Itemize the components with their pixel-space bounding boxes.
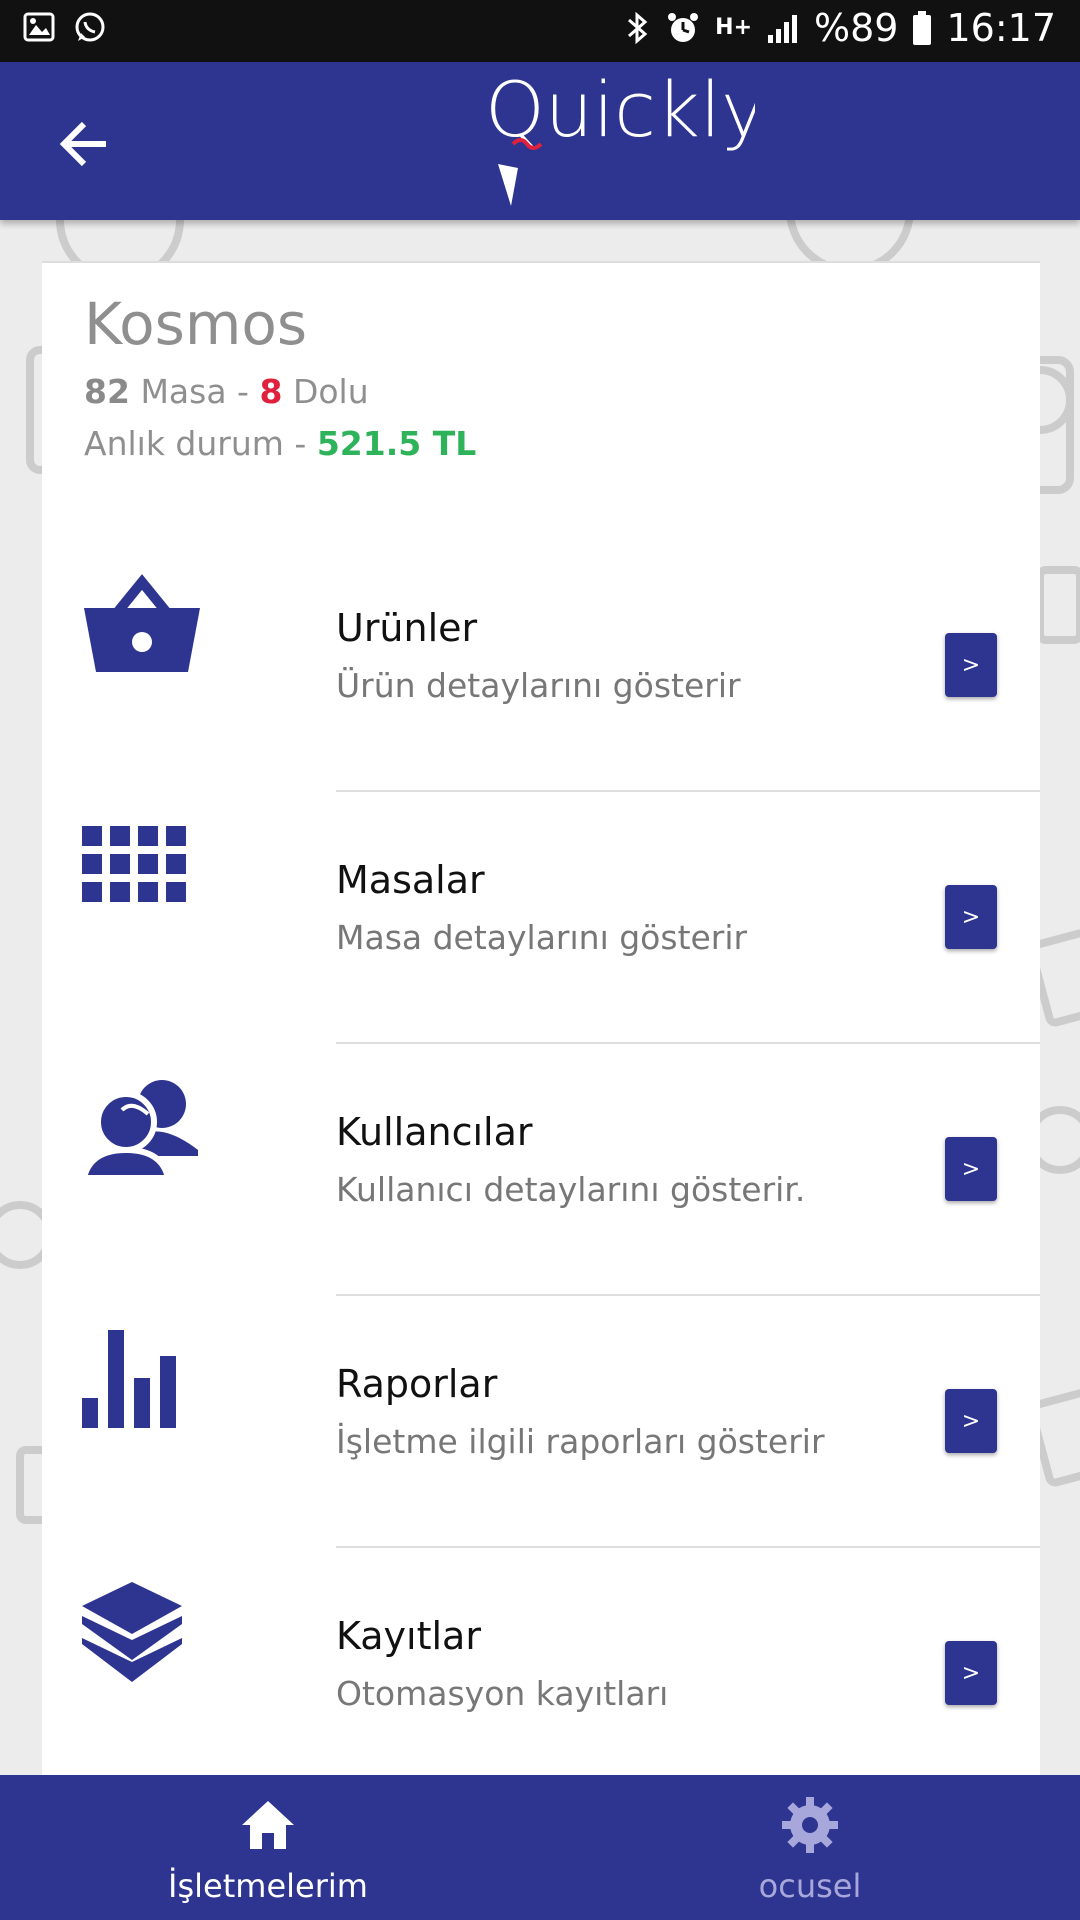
users-icon [82,1080,198,1181]
menu-item-raporlar[interactable]: Raporlar İşletme ilgili raporları göster… [42,1296,1040,1548]
tab-ocusel[interactable]: ocusel [660,1775,960,1920]
menu-subtitle: Masa detaylarını gösterir [336,918,748,957]
table-label: Masa [140,372,227,411]
tab-label: ocusel [758,1867,862,1905]
battery-percent: %89 [814,6,899,50]
home-icon [242,1801,294,1849]
menu-title: Urünler [336,606,478,650]
app-bar: Quickly [0,62,1080,220]
table-summary: 82 Masa - 8 Dolu [84,372,369,411]
open-raporlar-button[interactable]: > [945,1389,997,1453]
occupied-label: Dolu [292,372,369,411]
bluetooth-icon [628,11,648,45]
menu-item-kullancilar[interactable]: Kullancılar Kullanıcı detaylarını göster… [42,1044,1040,1296]
menu-item-masalar[interactable]: Masalar Masa detaylarını gösterir > [42,792,1040,1044]
open-urunler-button[interactable]: > [945,633,997,697]
signal-icon [768,15,798,43]
open-kayitlar-button[interactable]: > [945,1641,997,1705]
bar-chart-icon [82,1330,176,1428]
menu-subtitle: İşletme ilgili raporları gösterir [336,1422,825,1461]
arrow-left-icon[interactable] [54,114,114,174]
menu-title: Kayıtlar [336,1614,481,1658]
tab-label: İşletmelerim [168,1867,368,1905]
clock: 16:17 [946,6,1056,50]
status-value: 521.5 TL [316,424,477,463]
business-header: Kosmos 82 Masa - 8 Dolu Anlık durum - 52… [42,264,1040,540]
gear-icon [782,1797,838,1853]
top-divider [42,261,1040,263]
menu-title: Masalar [336,858,485,902]
status-label: Anlık durum - [84,424,307,463]
table-count: 82 [84,372,130,411]
summary-separator: - [237,372,249,411]
menu-subtitle: Otomasyon kayıtları [336,1674,669,1713]
menu-title: Raporlar [336,1362,498,1406]
tab-isletmelerim[interactable]: İşletmelerim [118,1775,418,1920]
grid-icon [82,826,186,902]
open-kullancilar-button[interactable]: > [945,1137,997,1201]
basket-icon [84,574,200,672]
current-status: Anlık durum - 521.5 TL [84,424,476,463]
status-bar: H+ %89 16:17 [0,0,1080,62]
menu-title: Kullancılar [336,1110,533,1154]
layers-icon [82,1582,182,1682]
alarm-icon [668,13,699,42]
occupied-count: 8 [259,372,283,411]
menu-list: Urünler Ürün detaylarını gösterir > Masa… [42,540,1040,1800]
open-masalar-button[interactable]: > [945,885,997,949]
battery-icon [913,11,932,45]
business-name: Kosmos [84,290,308,358]
bottom-navigation: İşletmelerim ocusel [0,1775,1080,1920]
menu-subtitle: Kullanıcı detaylarını gösterir. [336,1170,806,1209]
image-icon [23,12,55,42]
menu-item-urunler[interactable]: Urünler Ürün detaylarını gösterir > [42,540,1040,792]
quickly-logo: Quickly [485,68,755,206]
whatsapp-icon [75,12,105,42]
network-type: H+ [715,15,753,40]
menu-item-kayitlar[interactable]: Kayıtlar Otomasyon kayıtları > [42,1548,1040,1800]
menu-subtitle: Ürün detaylarını gösterir [336,666,741,705]
